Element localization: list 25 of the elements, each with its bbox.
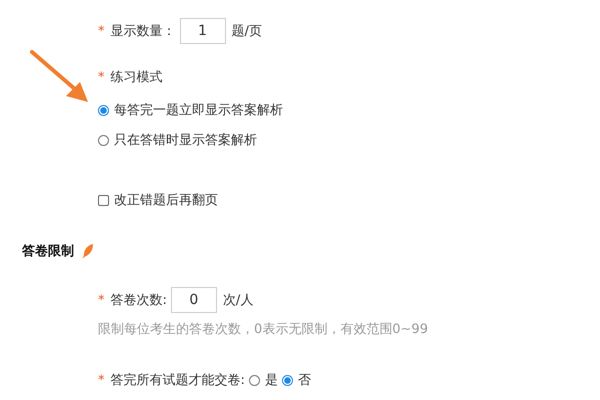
input-field[interactable]: 1 [180, 18, 226, 44]
radio-button[interactable] [98, 134, 109, 146]
field-label: 答完所有试题才能交卷: [110, 372, 245, 389]
required-mark: * [98, 372, 104, 388]
required-mark: * [98, 24, 104, 38]
checkbox-label: 改正错题后再翻页 [114, 192, 218, 209]
radio-button[interactable] [248, 374, 260, 386]
option-label: 每答完一题立即显示答案解析 [114, 102, 283, 119]
hint-text: 限制每位考生的答卷次数，0表示无限制，有效范围0~99 [98, 321, 428, 338]
required-mark: * [98, 70, 104, 84]
section-title: 答卷限制 [22, 243, 74, 260]
option-label: 是 [264, 372, 278, 389]
radio-button[interactable] [98, 104, 109, 116]
unit-label: 次/人 [222, 292, 254, 309]
radio-button[interactable] [282, 374, 293, 386]
field-label: 显示数量： [110, 23, 176, 40]
required-mark: * [98, 292, 104, 308]
checkbox[interactable] [98, 194, 109, 206]
unit-label: 题/页 [232, 23, 262, 40]
option-label: 只在答错时显示答案解析 [114, 132, 257, 149]
option-label: 否 [298, 372, 311, 389]
field-label: 答卷次数: [110, 292, 167, 309]
input-field[interactable]: 0 [170, 287, 217, 313]
feather-icon [82, 243, 94, 259]
field-label: 练习模式 [110, 69, 162, 86]
